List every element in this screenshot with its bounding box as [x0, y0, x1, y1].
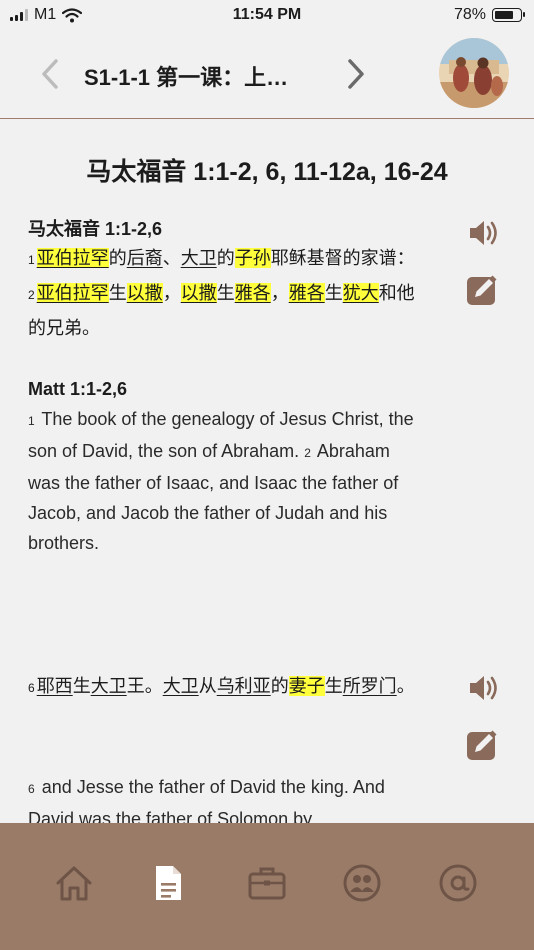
text-run: 生 — [216, 283, 235, 303]
zh-section-heading: 马太福音 1:1-2,6 — [28, 219, 163, 239]
en-verse-block-6: 6 and Jesse the father of David the king… — [28, 772, 423, 823]
battery-percent: 78% — [453, 6, 486, 23]
text-run: 生 — [324, 283, 343, 303]
word-link[interactable]: 乌利亚 — [217, 676, 271, 696]
verse-number: 6 — [28, 782, 35, 796]
word-link[interactable]: 雅各 — [234, 283, 271, 303]
word-link[interactable]: 大卫 — [91, 676, 127, 696]
edit-note-icon[interactable] — [464, 727, 500, 763]
bottom-tab-bar — [0, 823, 534, 950]
en-verse-text: 1 The book of the genealogy of Jesus Chr… — [28, 404, 423, 558]
word-link[interactable]: 以撒 — [180, 283, 217, 303]
text-run: 从 — [198, 676, 217, 696]
battery-fill — [495, 11, 513, 19]
passage-title: 马太福音 1:1-2, 6, 11-12a, 16-24 — [86, 158, 448, 186]
word-link[interactable]: 后裔 — [127, 248, 163, 268]
word-link[interactable]: 耶西 — [37, 676, 73, 696]
status-right: 78% — [453, 6, 525, 24]
word-link[interactable]: 所罗门 — [343, 676, 397, 696]
speaker-icon[interactable] — [466, 670, 502, 706]
edit-note-icon[interactable] — [464, 272, 500, 308]
status-bar: M1 11:54 PM 78% — [0, 0, 534, 32]
lesson-nav-bar: S1-1-1 第一课：上… — [0, 32, 534, 119]
text-run: 耶稣基督的家谱： — [270, 248, 415, 268]
speaker-icon[interactable] — [466, 215, 502, 251]
document-icon[interactable] — [146, 861, 190, 905]
group-icon[interactable] — [340, 861, 384, 905]
highlighted-word[interactable]: 子孙 — [234, 248, 271, 268]
text-run: ， — [162, 283, 181, 303]
text-run: 、 — [162, 248, 181, 268]
verse-number: 2 — [28, 288, 35, 302]
en-verse-block-1: Matt 1:1-2,6 1 The book of the genealogy… — [28, 376, 423, 558]
verse-number: 1 — [28, 414, 35, 428]
highlighted-word[interactable]: 妻子 — [288, 676, 325, 696]
briefcase-icon[interactable] — [245, 861, 289, 905]
text-run: 的 — [108, 248, 127, 268]
zh-verse-text: 1 亚伯拉罕的后裔、大卫的子孙耶稣基督的家谱：2 亚伯拉罕生以撒，以撒生雅各，雅各生… — [28, 242, 423, 345]
chevron-right-icon[interactable] — [342, 56, 370, 92]
word-link[interactable]: 以撒 — [126, 283, 163, 303]
battery-icon — [492, 8, 525, 22]
en-verse-text: 6 and Jesse the father of David the king… — [28, 772, 423, 823]
verse-number: 2 — [304, 446, 311, 460]
word-link[interactable]: 犹大 — [342, 283, 379, 303]
verse-number: 6 — [28, 681, 35, 695]
lesson-title: S1-1-1 第一课：上… — [84, 65, 289, 90]
text-run: 王 — [126, 676, 145, 696]
zh-verse-block-6: 6 耶西生大卫王。大卫从乌利亚的妻子生所罗门。 — [28, 670, 423, 705]
text-run: 生 — [324, 676, 343, 696]
zh-verse-text: 6 耶西生大卫王。大卫从乌利亚的妻子生所罗门。 — [28, 670, 423, 705]
verse-number: 1 — [28, 253, 35, 267]
text-run: 。 — [144, 676, 163, 696]
en-section-heading: Matt 1:1-2,6 — [28, 379, 128, 399]
text-run: 。 — [396, 676, 415, 696]
text-run: 的 — [270, 676, 289, 696]
chevron-left-icon[interactable] — [36, 56, 64, 92]
passage-content[interactable]: 马太福音 1:1-2, 6, 11-12a, 16-24 马太福音 1:1-2,… — [0, 120, 534, 823]
word-link[interactable]: 大卫 — [163, 676, 199, 696]
text-run: 生 — [108, 283, 127, 303]
text-run: 生 — [72, 676, 91, 696]
at-sign-icon[interactable] — [436, 861, 480, 905]
text-run: ， — [270, 283, 289, 303]
home-icon[interactable] — [52, 861, 96, 905]
word-link[interactable]: 亚伯拉罕 — [36, 248, 109, 268]
zh-verse-block-1: 马太福音 1:1-2,6 1 亚伯拉罕的后裔、大卫的子孙耶稣基督的家谱：2 亚伯拉罕… — [28, 216, 423, 345]
word-link[interactable]: 雅各 — [288, 283, 325, 303]
word-link[interactable]: 大卫 — [181, 248, 217, 268]
lesson-thumbnail-avatar[interactable] — [439, 38, 509, 108]
verse-text: and Jesse the father of David the king. … — [28, 777, 385, 823]
word-link[interactable]: 亚伯拉罕 — [36, 283, 109, 303]
text-run: 的 — [216, 248, 235, 268]
